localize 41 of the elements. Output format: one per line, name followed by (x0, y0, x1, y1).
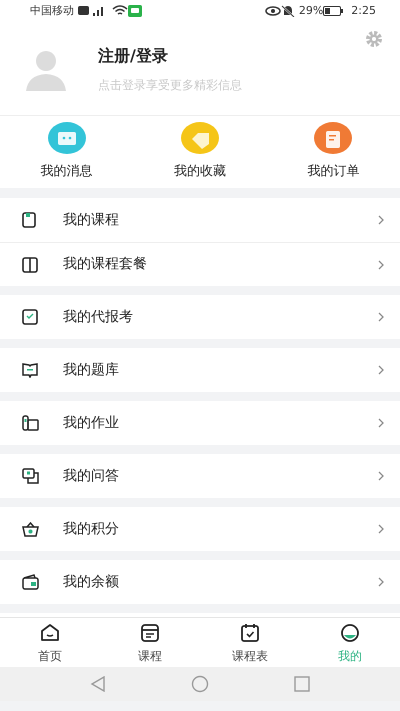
tab[interactable]: 首页 (0, 618, 100, 667)
quick-link[interactable]: 我的收藏 (174, 122, 226, 182)
login-title[interactable]: 注册/登录 (98, 44, 242, 68)
chevron-right-icon (378, 577, 384, 587)
quick-link[interactable]: 我的订单 (307, 122, 360, 182)
course-icon (140, 623, 160, 643)
checklist-icon (22, 309, 39, 325)
chevron-right-icon (378, 215, 384, 225)
chevron-right-icon (378, 418, 384, 428)
battery-icon (323, 6, 344, 16)
chevron-right-icon (378, 260, 384, 270)
carrier-name: 中国移动 (30, 2, 74, 19)
columns-icon (22, 256, 39, 272)
battery-percent: 29% (298, 2, 324, 19)
order-icon (314, 122, 352, 154)
book-icon (22, 212, 39, 228)
back-icon[interactable] (90, 676, 106, 692)
home-icon (40, 623, 60, 643)
tab[interactable]: 课程表 (200, 618, 300, 667)
notebook-icon (22, 415, 39, 431)
open-book-icon (22, 362, 39, 378)
message-icon (48, 122, 86, 154)
recents-icon[interactable] (294, 676, 310, 692)
eye-icon (264, 6, 281, 16)
chevron-right-icon (378, 524, 384, 534)
clock-time: 2:25 (351, 2, 376, 19)
muted-bell-icon (280, 5, 295, 17)
calendar-icon (240, 623, 260, 643)
chevron-right-icon (378, 312, 384, 322)
settings-icon[interactable] (365, 30, 383, 48)
basket-icon (22, 521, 39, 537)
tag-icon (180, 122, 219, 154)
profile-icon (340, 623, 360, 643)
quick-link[interactable]: 我的消息 (40, 122, 93, 182)
wallet-icon (22, 574, 39, 590)
tab[interactable]: 课程 (100, 618, 200, 667)
home-circle-icon[interactable] (190, 675, 209, 693)
chevron-right-icon (378, 471, 384, 481)
chat-app-icon (128, 5, 142, 17)
chevron-right-icon (378, 365, 384, 375)
wifi-icon (112, 5, 128, 17)
